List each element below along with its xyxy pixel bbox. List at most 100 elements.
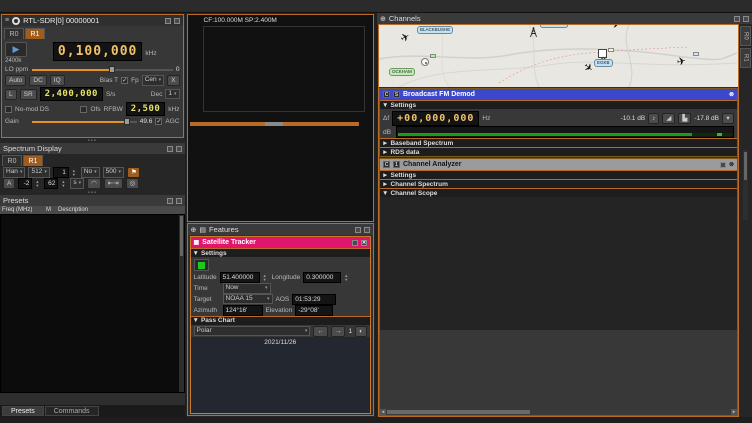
refresh-select[interactable]: 500▾: [103, 167, 124, 178]
fft-window-select[interactable]: Han▾: [3, 167, 25, 178]
transverter-button[interactable]: X: [167, 75, 179, 86]
map-label[interactable]: [540, 25, 568, 28]
center-frequency-dial[interactable]: 0,100,000: [53, 42, 142, 61]
agc-checkbox[interactable]: ✓: [155, 118, 162, 125]
adsb-map[interactable]: ✈ ✈ ✈ ✈ BLACKBUSHE OCKHAM EGKB: [379, 25, 738, 87]
gain-slider[interactable]: [32, 117, 137, 126]
spectrum-tab-r0[interactable]: R0: [2, 155, 22, 166]
add-channel-icon[interactable]: ⊕: [380, 15, 386, 23]
squelch-ramp-icon[interactable]: ◢: [662, 113, 675, 124]
scope-xy-plot[interactable]: [587, 199, 735, 323]
feature-presets-icon[interactable]: ▤: [199, 226, 206, 234]
scope-trace-plot[interactable]: [395, 199, 561, 323]
close-icon[interactable]: ⊗: [729, 91, 734, 98]
channel-spectrum-section[interactable]: Channel Spectrum: [390, 181, 447, 188]
prev-pass-button[interactable]: ←: [313, 326, 328, 337]
collapse-icon[interactable]: ▼: [193, 317, 199, 324]
channels-tab-r0[interactable]: R0: [740, 26, 751, 46]
audio-select-button[interactable]: ▾: [722, 113, 734, 124]
collapse-icon[interactable]: ►: [382, 172, 388, 179]
autoscale-button[interactable]: A: [3, 178, 15, 189]
close-icon[interactable]: ⊗: [729, 161, 734, 168]
collapse-icon[interactable]: ▼: [382, 102, 388, 109]
start-device-button[interactable]: ▶: [5, 42, 27, 57]
start-tracker-button[interactable]: [194, 259, 209, 271]
lock-srate-button[interactable]: L: [5, 89, 17, 100]
rds-data-section[interactable]: RDS data: [390, 149, 419, 156]
chart-view-select[interactable]: Polar▾: [194, 326, 311, 337]
delta-f-icon[interactable]: Δf: [383, 115, 389, 122]
bias-t-checkbox[interactable]: ✓: [121, 77, 128, 84]
channel-stream-icon[interactable]: S: [393, 91, 400, 98]
ref-level-input[interactable]: -2: [18, 178, 32, 189]
spectrum-tab-r1[interactable]: R1: [23, 155, 43, 166]
ofs-checkbox[interactable]: [80, 106, 87, 113]
tab-commands[interactable]: Commands: [45, 406, 99, 416]
collapse-icon[interactable]: ▼: [382, 190, 388, 197]
averaging-input[interactable]: 1: [53, 167, 69, 178]
sampling-mode-select[interactable]: Cen▾: [142, 75, 164, 86]
clear-button[interactable]: ◎: [126, 178, 140, 189]
map-label-egkb[interactable]: EGKB: [594, 59, 613, 67]
channel-frequency-dial[interactable]: +00,000,000: [392, 111, 479, 126]
shrink-icon[interactable]: [734, 16, 740, 22]
squelch-step-icon[interactable]: ▙: [678, 113, 691, 124]
units-select[interactable]: s▾: [70, 178, 84, 189]
collapse-icon[interactable]: ►: [382, 149, 388, 156]
map-label-ockham[interactable]: OCKHAM: [389, 68, 415, 76]
maximize-icon[interactable]: [364, 227, 370, 233]
dc-block-button[interactable]: DC: [29, 75, 46, 86]
feature-icon[interactable]: ▦: [194, 239, 200, 246]
ndb-marker-icon[interactable]: [421, 58, 429, 66]
spectrum-plot[interactable]: [203, 26, 365, 112]
shrink-icon[interactable]: [355, 227, 361, 233]
collapse-icon[interactable]: ▼: [193, 250, 199, 257]
map-label-blackbushe[interactable]: BLACKBUSHE: [417, 26, 453, 34]
target-select[interactable]: NOAA 15▾: [223, 294, 273, 305]
waterfall-plot[interactable]: [203, 128, 363, 220]
freeze-button[interactable]: ⇤⇥: [104, 178, 123, 189]
nomod-checkbox[interactable]: [5, 106, 12, 113]
fft-size-select[interactable]: 512▾: [28, 167, 49, 178]
latitude-input[interactable]: 51.400000: [220, 272, 260, 283]
rfbw-dial[interactable]: 2,500: [126, 102, 166, 116]
shrink-icon[interactable]: [352, 240, 358, 246]
longitude-input[interactable]: 0.300000: [303, 272, 341, 283]
device-tab-r0[interactable]: R0: [4, 28, 24, 39]
radio-tower-icon[interactable]: [529, 27, 538, 38]
sample-rate-dial[interactable]: 2,400,000: [40, 87, 103, 101]
shrink-icon[interactable]: [165, 18, 171, 24]
hamburger-icon[interactable]: ≡: [5, 17, 9, 24]
shrink-icon[interactable]: [167, 198, 173, 204]
spectrum-waterfall-splitter[interactable]: [190, 122, 360, 126]
analyzer-settings-section[interactable]: Settings: [390, 172, 416, 179]
tab-presets[interactable]: Presets: [2, 406, 44, 416]
channel-settings-icon[interactable]: C: [383, 91, 390, 98]
channel-stream-icon[interactable]: 1: [393, 161, 400, 168]
aircraft-icon[interactable]: ✈: [676, 56, 687, 69]
maximize-icon[interactable]: [176, 198, 182, 204]
channel-settings-icon[interactable]: C: [383, 161, 390, 168]
avg-mode-select[interactable]: No▾: [81, 167, 100, 178]
range-input[interactable]: 62: [44, 178, 58, 189]
decay-curve-button[interactable]: ◠: [87, 178, 101, 189]
iq-correction-button[interactable]: IQ: [50, 75, 65, 86]
device-tab-r1[interactable]: R1: [25, 28, 45, 39]
next-pass-button[interactable]: →: [331, 326, 346, 337]
baseband-spectrum-section[interactable]: Baseband Spectrum: [390, 140, 453, 147]
markers-flag-button[interactable]: ⚑: [127, 167, 140, 178]
contrast-button[interactable]: ◐: [355, 326, 367, 337]
maximize-icon[interactable]: [176, 146, 182, 152]
presets-scrollbar[interactable]: [179, 215, 184, 392]
decimation-select[interactable]: 1▾: [165, 89, 179, 100]
maximize-icon[interactable]: [174, 18, 180, 24]
shrink-icon[interactable]: [720, 162, 726, 168]
auto-correction-button[interactable]: Auto: [5, 75, 26, 86]
add-feature-icon[interactable]: ⊕: [191, 226, 197, 234]
lo-ppm-slider[interactable]: [32, 65, 173, 74]
collapse-icon[interactable]: ►: [382, 140, 388, 147]
airport-marker-icon[interactable]: [598, 49, 607, 58]
vertical-scrollbar[interactable]: [743, 150, 748, 220]
sr-toggle-button[interactable]: SR: [20, 89, 37, 100]
maximize-icon[interactable]: [743, 16, 749, 22]
